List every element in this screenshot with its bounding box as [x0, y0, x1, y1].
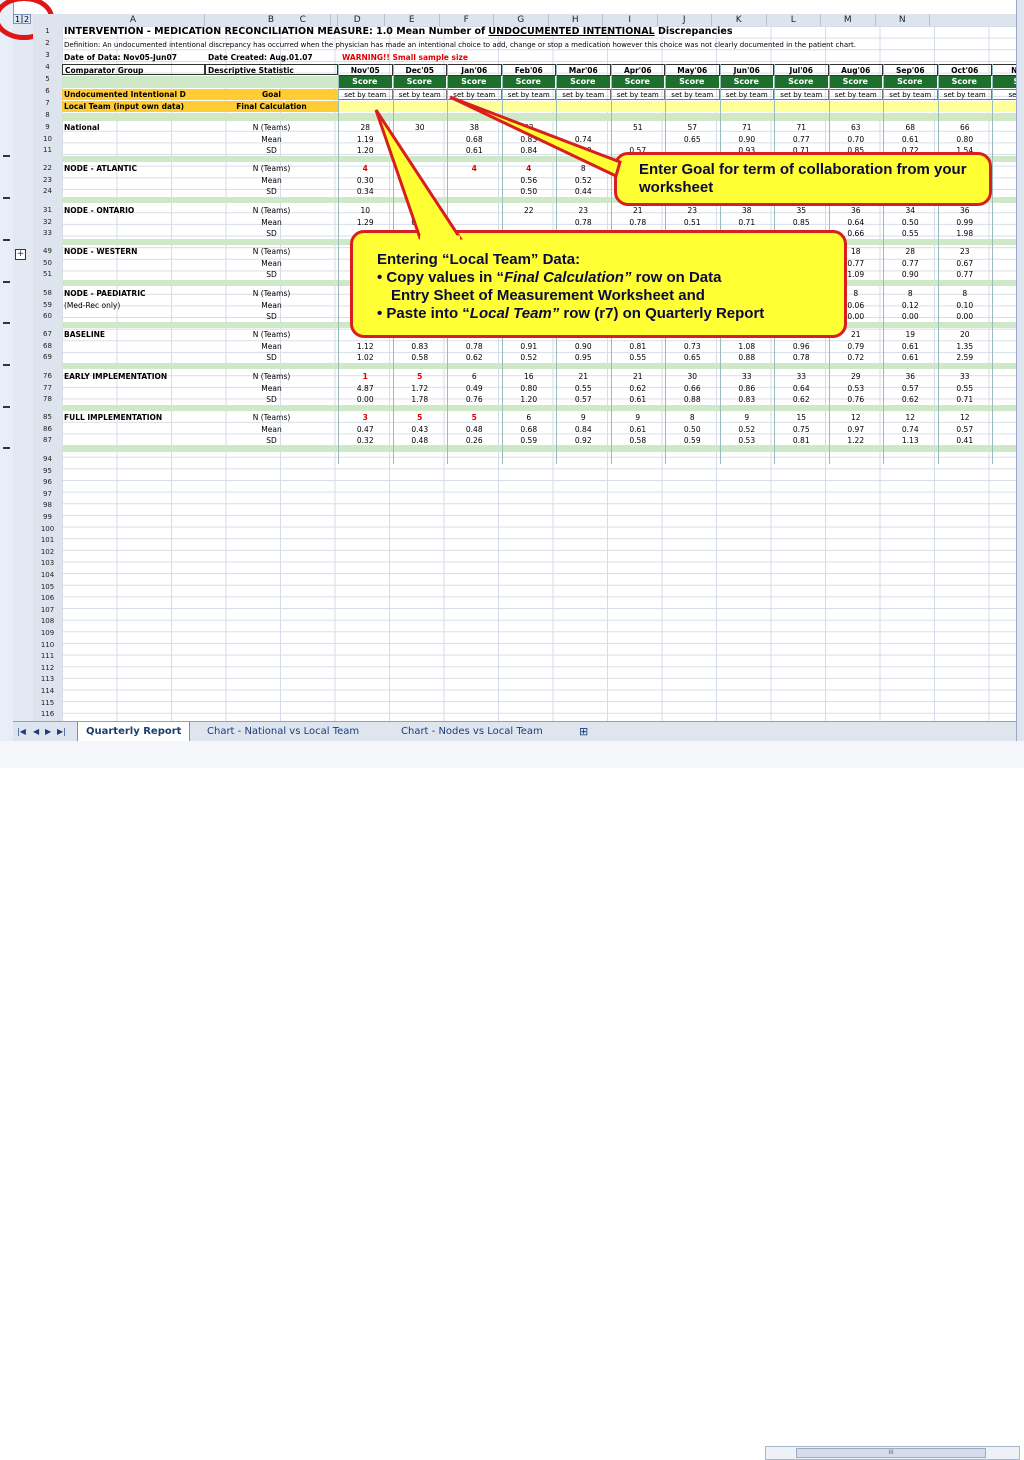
goal-pointer [449, 95, 622, 179]
scroll-thumb[interactable]: III [796, 1448, 986, 1458]
local-pointer [374, 109, 463, 240]
horizontal-scrollbar[interactable]: III [765, 1446, 1020, 1460]
callout-pointers [374, 95, 622, 241]
